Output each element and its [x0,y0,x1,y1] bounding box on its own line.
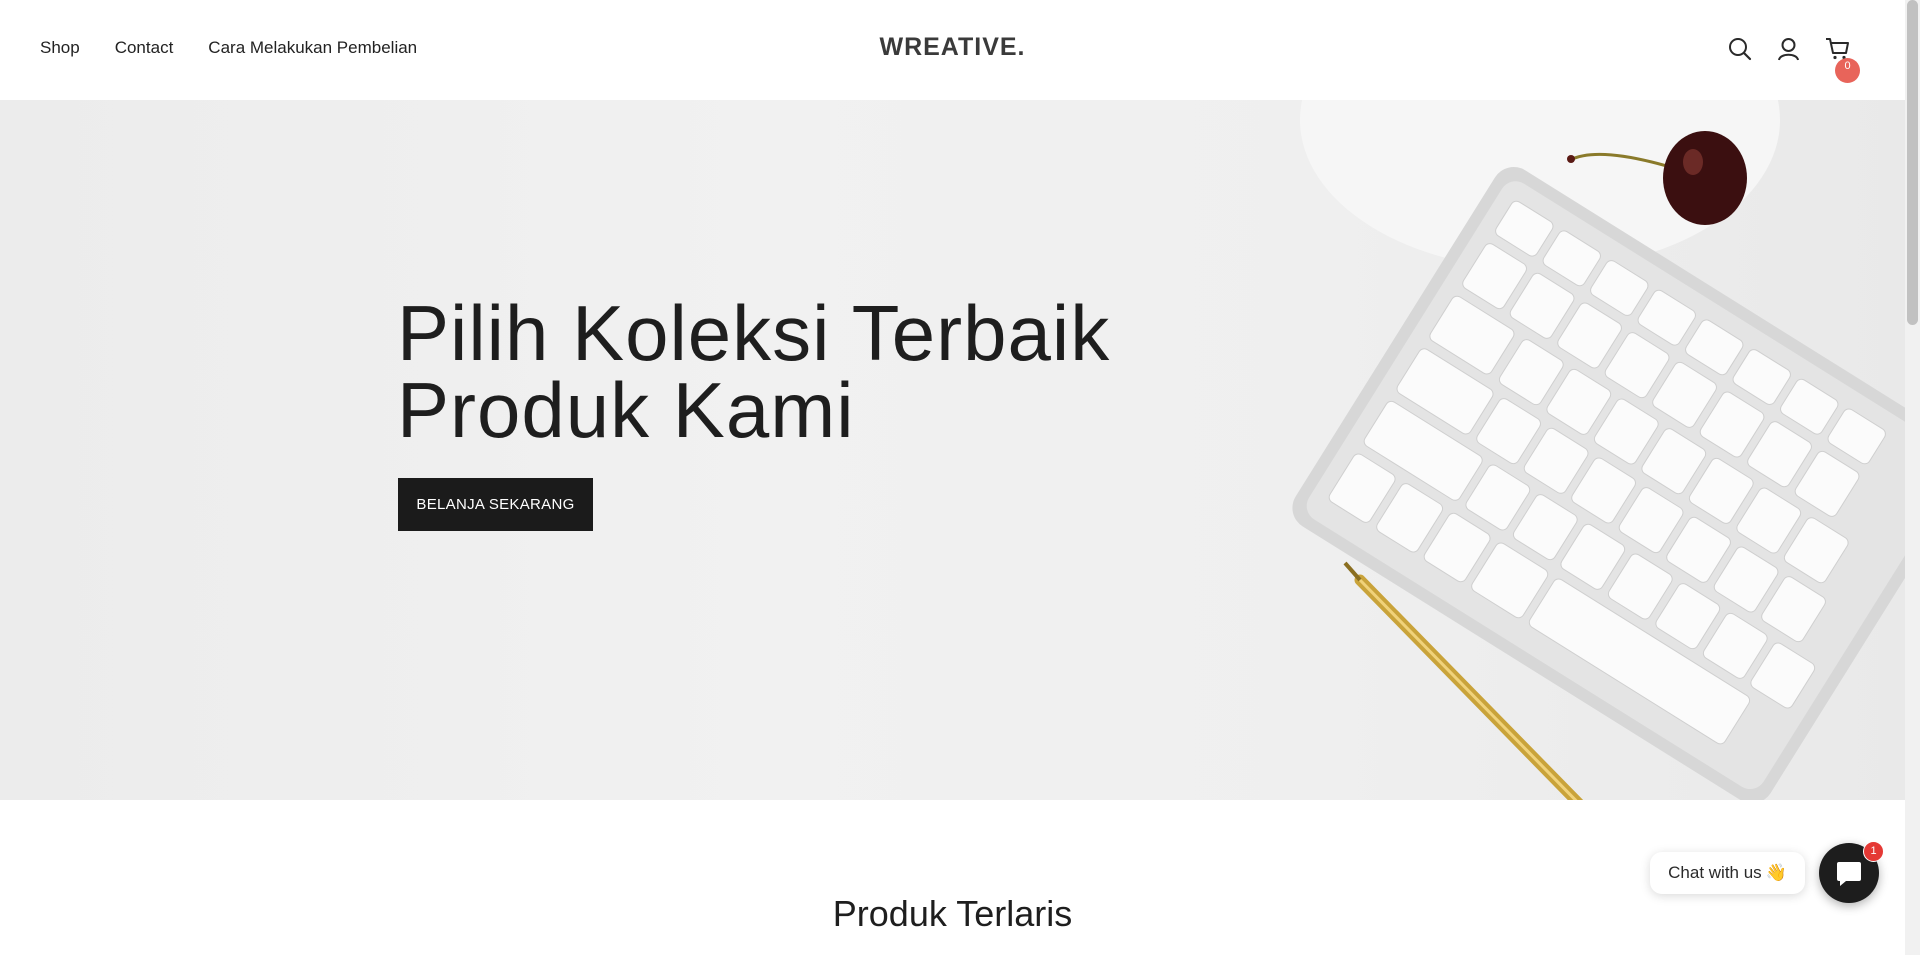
chat-unread-badge: 1 [1863,841,1884,862]
user-icon[interactable] [1776,36,1801,61]
shop-now-button[interactable]: BELANJA SEKARANG [398,478,593,531]
cart-icon[interactable]: 0 [1825,36,1860,83]
hero-title-line-2: Produk Kami [397,366,855,454]
header-icons: 0 [1727,36,1860,83]
page-scrollbar[interactable] [1905,0,1920,955]
cart-count-badge: 0 [1835,58,1860,83]
chat-prompt-label: Chat with us [1668,863,1762,882]
hero-title: Pilih Koleksi Terbaik Produk Kami [397,294,1197,449]
hero-banner: Pilih Koleksi Terbaik Produk Kami BELANJ… [0,100,1905,800]
site-logo[interactable]: WREATIVE. [0,33,1905,62]
wave-icon: 👋 [1765,863,1787,882]
search-icon[interactable] [1727,36,1752,61]
hero-keyboard-image [1292,100,1905,800]
hero-title-line-1: Pilih Koleksi Terbaik [397,289,1111,377]
bestseller-section-title: Produk Terlaris [832,893,1073,934]
scrollbar-thumb[interactable] [1907,0,1918,325]
chat-prompt[interactable]: Chat with us 👋 [1650,852,1805,894]
site-header: Shop Contact Cara Melakukan Pembelian WR… [0,0,1905,100]
